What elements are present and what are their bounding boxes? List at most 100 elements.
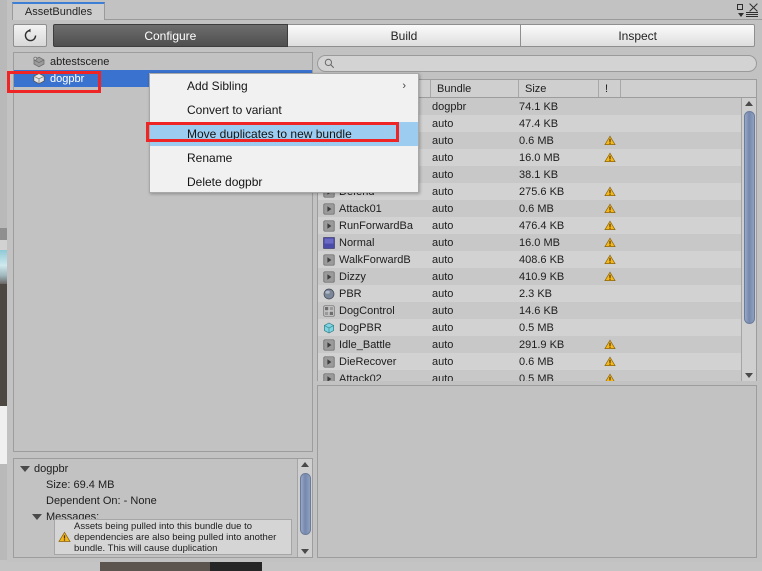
background-band-5 (0, 406, 7, 464)
warning-triangle-icon (604, 254, 616, 264)
triangle-down-icon (745, 373, 753, 378)
column-header-warning[interactable]: ! (599, 80, 621, 97)
search-icon (324, 58, 335, 69)
window-tab-assetbundles[interactable]: AssetBundles (12, 2, 105, 20)
asset-name-cell: DieRecover (318, 356, 431, 368)
asset-size-cell: 408.6 KB (519, 253, 565, 266)
tab-build[interactable]: Build (287, 24, 522, 47)
bundle-context-menu: Add Sibling › Convert to variant Move dupli… (149, 73, 419, 193)
asset-name-cell: PBR (318, 288, 431, 300)
table-row[interactable]: DieRecover auto 0.6 MB (318, 353, 756, 370)
table-row[interactable]: Idle_Battle auto 291.9 KB (318, 336, 756, 353)
column-header-filler (621, 80, 756, 97)
background-band-6 (0, 464, 7, 571)
asset-bundle-cell: auto (432, 202, 454, 215)
asset-bundle-cell: auto (432, 338, 454, 351)
minimize-icon[interactable] (737, 4, 743, 10)
animation-icon (323, 253, 335, 266)
asset-warning-cell (599, 237, 621, 248)
animation-icon (323, 202, 335, 215)
texture-icon (323, 236, 335, 249)
asset-size-cell: 0.6 MB (519, 202, 554, 215)
asset-name-label: Normal (339, 236, 375, 249)
scrollbar-thumb[interactable] (300, 473, 311, 535)
animation-icon (323, 355, 335, 368)
tab-inspect[interactable]: Inspect (521, 24, 756, 47)
context-menu-item[interactable]: Delete dogpbr (150, 170, 418, 194)
desktop-background-sliver (0, 0, 7, 571)
refresh-icon (24, 28, 36, 42)
asset-name-label: DogControl (339, 304, 395, 317)
table-row[interactable]: Attack01 auto 0.6 MB (318, 200, 756, 217)
refresh-button[interactable] (13, 24, 47, 47)
search-input[interactable] (339, 57, 756, 70)
column-header-size-label: Size (525, 82, 547, 95)
animator-controller-icon (323, 304, 335, 317)
table-row[interactable]: WalkForwardB auto 408.6 KB (318, 251, 756, 268)
asset-name-cell: WalkForwardB (318, 254, 431, 266)
tab-configure[interactable]: Configure (53, 24, 288, 47)
detail-size-label: Size: 69.4 MB (46, 479, 115, 491)
table-row[interactable]: DogPBR auto 0.5 MB (318, 319, 756, 336)
scroll-up-button[interactable] (742, 98, 756, 109)
close-icon[interactable] (749, 3, 758, 12)
asset-name-cell: DogControl (318, 305, 431, 317)
scroll-down-button[interactable] (742, 370, 756, 381)
warning-triangle-icon (604, 135, 616, 145)
context-menu-item[interactable]: Move duplicates to new bundle (150, 122, 418, 146)
asset-search-bar[interactable] (317, 55, 757, 72)
detail-title-row[interactable]: dogpbr (14, 461, 312, 477)
asset-bundle-cell: auto (432, 117, 454, 130)
animation-icon (323, 219, 335, 232)
scroll-up-button[interactable] (298, 459, 312, 470)
animation-icon (323, 270, 335, 283)
context-menu-item[interactable]: Convert to variant (150, 98, 418, 122)
animation-icon (323, 338, 335, 351)
asset-name-cell: Normal (318, 237, 431, 249)
table-row[interactable]: Dizzy auto 410.9 KB (318, 268, 756, 285)
table-row[interactable]: Normal auto 16.0 MB (318, 234, 756, 251)
table-row[interactable]: PBR auto 2.3 KB (318, 285, 756, 302)
detail-message-box: Assets being pulled into this bundle due… (54, 519, 292, 555)
asset-name-label: WalkForwardB (339, 253, 411, 266)
context-menu-item[interactable]: Add Sibling › (150, 74, 418, 98)
triangle-down-icon (32, 514, 42, 520)
scroll-down-button[interactable] (298, 546, 312, 557)
scrollbar-thumb[interactable] (744, 111, 755, 324)
column-header-size[interactable]: Size (519, 80, 599, 97)
column-header-bundle-label: Bundle (437, 82, 472, 95)
animation-icon (323, 372, 335, 381)
table-row[interactable]: DogControl auto 14.6 KB (318, 302, 756, 319)
context-menu-item-label: Rename (187, 151, 233, 165)
table-row[interactable]: Attack02 auto 0.5 MB (318, 370, 756, 381)
tree-item-abtestscene[interactable]: abtestscene (14, 53, 312, 70)
asset-bundle-cell: auto (432, 168, 454, 181)
asset-size-cell: 0.6 MB (519, 134, 554, 147)
context-menu-item[interactable]: Rename (150, 146, 418, 170)
window-menu-button[interactable] (738, 12, 758, 17)
asset-name-label: DogPBR (339, 321, 382, 334)
detail-panel-scrollbar[interactable] (297, 459, 312, 557)
asset-name-label: RunForwardBa (339, 219, 413, 232)
context-menu-item-label: Move duplicates to new bundle (187, 127, 352, 141)
asset-bundle-cell: auto (432, 236, 454, 249)
asset-name-cell: Dizzy (318, 271, 431, 283)
table-row[interactable]: RunForwardBa auto 476.4 KB (318, 217, 756, 234)
asset-warning-cell (599, 152, 621, 163)
tree-item-label: dogpbr (50, 72, 85, 85)
window-controls (724, 2, 758, 20)
tab-build-label: Build (390, 28, 418, 43)
column-header-bundle[interactable]: Bundle (431, 80, 519, 97)
asset-size-cell: 14.6 KB (519, 304, 559, 317)
warning-triangle-icon (605, 373, 615, 381)
asset-list-scrollbar[interactable] (741, 98, 756, 381)
asset-name-cell: Idle_Battle (318, 339, 431, 351)
asset-name-label: Attack02 (339, 372, 382, 382)
detail-size-row: Size: 69.4 MB (14, 477, 312, 493)
asset-size-cell: 38.1 KB (519, 168, 559, 181)
asset-name-cell: Attack02 (318, 372, 431, 382)
triangle-down-icon (20, 466, 30, 472)
asset-name-label: Dizzy (339, 270, 366, 283)
asset-bundle-cell: auto (432, 219, 454, 232)
tree-item-label: abtestscene (50, 55, 110, 68)
